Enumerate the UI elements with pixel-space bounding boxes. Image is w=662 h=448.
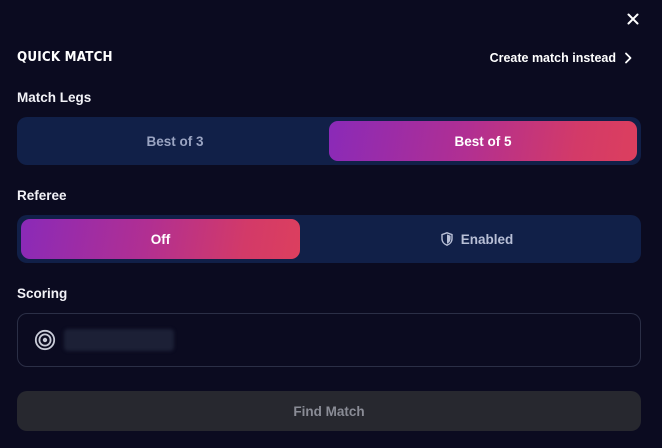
scoring-value <box>64 329 174 351</box>
match-legs-option-best-of-5[interactable]: Best of 5 <box>329 121 637 161</box>
close-button[interactable] <box>623 9 643 29</box>
scoring-select[interactable] <box>17 313 641 367</box>
option-label: Best of 3 <box>146 133 204 149</box>
referee-label: Referee <box>17 188 67 203</box>
match-legs-option-best-of-3[interactable]: Best of 3 <box>21 121 329 161</box>
target-icon <box>34 329 56 351</box>
referee-option-off[interactable]: Off <box>21 219 300 259</box>
close-icon <box>627 13 639 25</box>
scoring-label: Scoring <box>17 286 68 301</box>
option-label: Off <box>150 231 171 247</box>
find-match-button[interactable]: Find Match <box>17 391 641 431</box>
shield-icon <box>441 232 453 246</box>
option-label: Best of 5 <box>454 133 512 149</box>
match-legs-label: Match Legs <box>17 90 92 105</box>
match-legs-selector: Best of 3 Best of 5 <box>17 117 641 165</box>
quick-match-dialog: QUICK MATCH Create match instead Match L… <box>0 0 662 448</box>
referee-selector: Off Enabled <box>17 215 641 263</box>
option-label: Enabled <box>460 231 514 247</box>
chevron-right-icon <box>625 52 632 64</box>
find-match-label: Find Match <box>293 403 365 419</box>
create-match-instead-label: Create match instead <box>489 51 616 65</box>
create-match-instead-link[interactable]: Create match instead <box>490 51 632 65</box>
dialog-title: QUICK MATCH <box>17 50 113 65</box>
referee-option-enabled[interactable]: Enabled <box>317 219 637 259</box>
